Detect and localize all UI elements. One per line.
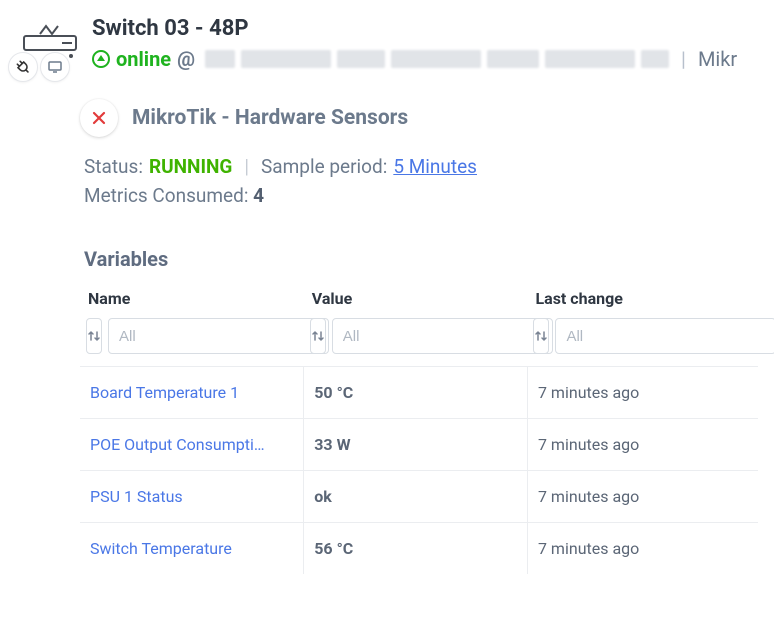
online-icon [92,50,110,68]
variable-last-change: 7 minutes ago [527,367,758,419]
divider: | [675,47,692,71]
plug-icon [15,59,31,75]
at-sign: @ [177,47,195,71]
variables-heading: Variables [84,247,758,271]
vendor-label: Mikr [698,47,737,71]
table-row: Switch Temperature56 °C7 minutes ago [80,523,758,575]
panel-title: MikroTik - Hardware Sensors [132,106,408,130]
sort-icon [311,329,325,343]
status-label: Status: [84,155,143,178]
sort-value-button[interactable] [310,318,326,354]
variable-value: 50 °C [304,367,528,419]
plug-icon-button[interactable] [8,52,38,82]
column-header-name[interactable]: Name [80,289,304,318]
variable-name[interactable]: PSU 1 Status [80,471,304,523]
variable-last-change: 7 minutes ago [527,471,758,523]
metrics-label: Metrics Consumed: [84,184,248,207]
variable-name[interactable]: Board Temperature 1 [80,367,304,419]
monitor-icon [47,59,63,75]
filter-name-input[interactable] [108,318,329,354]
sample-period-link[interactable]: 5 Minutes [393,155,477,178]
variable-value: 56 °C [304,523,528,575]
variable-last-change: 7 minutes ago [527,523,758,575]
variables-table: Name Value Last change [80,289,758,574]
close-icon [92,111,106,125]
column-header-value[interactable]: Value [304,289,528,318]
redacted-host [205,50,669,68]
status-value: RUNNING [149,155,232,178]
metrics-row: Metrics Consumed: 4 [84,184,758,207]
status-row: Status: RUNNING | Sample period: 5 Minut… [84,155,758,178]
online-label: online [116,47,171,71]
variable-value: 33 W [304,419,528,471]
table-row: POE Output Consumpti…33 W7 minutes ago [80,419,758,471]
column-header-last-change[interactable]: Last change [527,289,758,318]
variable-last-change: 7 minutes ago [527,419,758,471]
divider: | [238,155,255,178]
metrics-value: 4 [253,184,264,207]
filter-value-input[interactable] [332,318,553,354]
variable-name[interactable]: Switch Temperature [80,523,304,575]
close-button[interactable] [80,99,118,137]
variable-value: ok [304,471,528,523]
sort-last-change-button[interactable] [533,318,549,354]
sort-name-button[interactable] [86,318,102,354]
sort-icon [87,329,101,343]
variable-name[interactable]: POE Output Consumpti… [80,419,304,471]
table-row: PSU 1 Statusok7 minutes ago [80,471,758,523]
sort-icon [534,329,548,343]
sample-period-label: Sample period: [261,155,387,178]
device-title: Switch 03 - 48P [92,16,774,41]
filter-last-change-input[interactable] [555,318,774,354]
status-line: online @ | Mikr [92,47,774,71]
table-row: Board Temperature 150 °C7 minutes ago [80,367,758,419]
monitor-icon-button[interactable] [40,52,70,82]
